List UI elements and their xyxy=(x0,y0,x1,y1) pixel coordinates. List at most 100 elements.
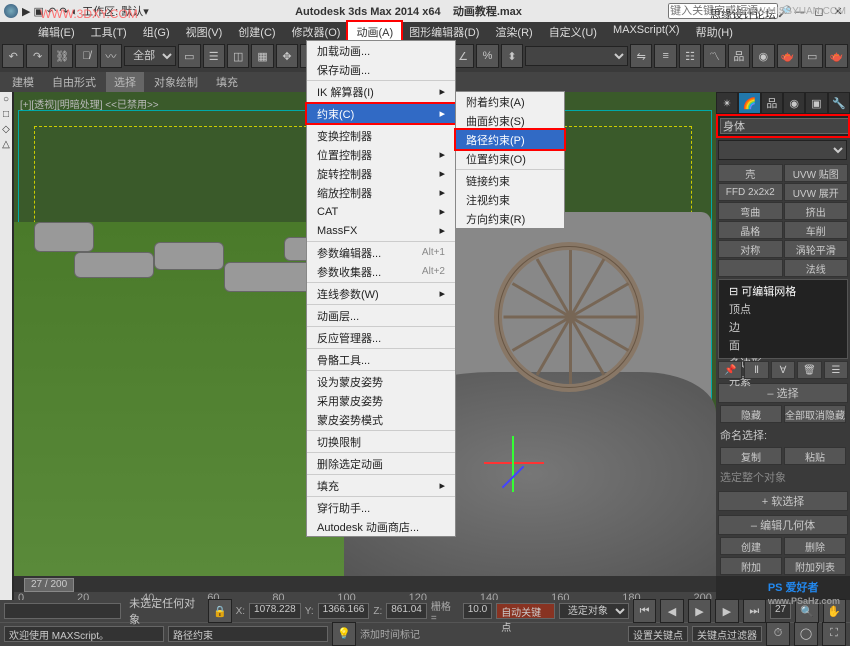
prev-frame-icon[interactable]: ◀ xyxy=(660,599,683,623)
menu-item[interactable]: 位置控制器▸ xyxy=(307,145,455,164)
menu-item[interactable]: 旋转控制器▸ xyxy=(307,164,455,183)
modifier-button[interactable] xyxy=(718,259,783,277)
menu-item[interactable]: 删除选定动画 xyxy=(307,454,455,473)
menu-5[interactable]: 修改器(O) xyxy=(284,22,349,40)
menu-item[interactable]: 变换控制器 xyxy=(307,126,455,145)
spinner-snap-icon[interactable]: ⬍ xyxy=(501,44,523,68)
selection-filter[interactable]: 全部 xyxy=(124,46,176,66)
submenu-item[interactable]: 链接约束 xyxy=(456,171,564,190)
percent-snap-icon[interactable]: % xyxy=(476,44,498,68)
viewport-label[interactable]: [+][透视][明暗处理] <<已禁用>> xyxy=(20,96,159,111)
modifier-button[interactable]: UVW 展开 xyxy=(784,183,849,201)
time-config-icon[interactable]: ⏱ xyxy=(766,622,790,646)
menu-item[interactable]: 反应管理器... xyxy=(307,328,455,347)
coord-z[interactable]: 861.04 xyxy=(386,603,427,619)
auto-key-button[interactable]: 自动关键点 xyxy=(496,603,555,619)
move-icon[interactable]: ✥ xyxy=(276,44,298,68)
menu-item[interactable]: 填充▸ xyxy=(307,476,455,495)
mirror-icon[interactable]: ⇋ xyxy=(630,44,652,68)
modifier-list[interactable]: 修改器列表 xyxy=(718,140,847,160)
select-region-icon[interactable]: ◫ xyxy=(227,44,249,68)
object-name-input[interactable] xyxy=(720,118,850,134)
menu-item[interactable]: CAT▸ xyxy=(307,202,455,221)
play-icon[interactable]: ▶ xyxy=(688,599,711,623)
menu-item[interactable]: MassFX▸ xyxy=(307,221,455,240)
ribbon-0[interactable]: 建模 xyxy=(4,72,42,92)
link-icon[interactable]: ⛓ xyxy=(51,44,73,68)
goto-end-icon[interactable]: ⏭ xyxy=(743,599,766,623)
menu-item[interactable]: 参数收集器...Alt+2 xyxy=(307,262,455,281)
menu-item[interactable]: 约束(C)▸ xyxy=(307,104,455,123)
menu-item[interactable]: 缩放控制器▸ xyxy=(307,183,455,202)
time-slider[interactable]: 27 / 200 xyxy=(24,578,74,592)
modifier-button[interactable]: 挤出 xyxy=(784,202,849,220)
menu-10[interactable]: MAXScript(X) xyxy=(605,22,688,40)
bind-space-warp-icon[interactable]: 〰 xyxy=(100,44,122,68)
menu-6[interactable]: 动画(A) xyxy=(348,22,401,40)
submenu-item[interactable]: 位置约束(O) xyxy=(456,149,564,168)
modifier-button[interactable]: 弯曲 xyxy=(718,202,783,220)
modifier-button[interactable]: 车削 xyxy=(784,221,849,239)
geo-button[interactable]: 附加 xyxy=(720,557,782,575)
paste-button[interactable]: 粘贴 xyxy=(784,447,846,465)
menu-1[interactable]: 工具(T) xyxy=(83,22,135,40)
remove-mod-icon[interactable]: 🗑 xyxy=(797,361,821,379)
ribbon-4[interactable]: 填充 xyxy=(208,72,246,92)
menu-item[interactable]: 参数编辑器...Alt+1 xyxy=(307,243,455,262)
menu-item[interactable]: 蒙皮姿势模式 xyxy=(307,410,455,429)
menu-item[interactable]: 动画层... xyxy=(307,306,455,325)
menu-item[interactable]: 连线参数(W)▸ xyxy=(307,284,455,303)
modifier-button[interactable]: 对称 xyxy=(718,240,783,258)
render-setup-icon[interactable]: 🫖 xyxy=(777,44,799,68)
menu-item[interactable]: 骨骼工具... xyxy=(307,350,455,369)
ribbon-2[interactable]: 选择 xyxy=(106,72,144,92)
render-icon[interactable]: 🫖 xyxy=(825,44,847,68)
named-sel-set[interactable]: 创建选择集 xyxy=(525,46,628,66)
unhide-all-button[interactable]: 全部取消隐藏 xyxy=(784,405,846,423)
menu-0[interactable]: 编辑(E) xyxy=(30,22,83,40)
modifier-button[interactable]: 法线 xyxy=(784,259,849,277)
menu-item[interactable]: 采用蒙皮姿势 xyxy=(307,391,455,410)
geo-button[interactable]: 删除 xyxy=(784,537,846,555)
tab-modify-icon[interactable]: 🌈 xyxy=(738,92,760,114)
max-viewport-icon[interactable]: ⛶ xyxy=(822,622,846,646)
unique-icon[interactable]: ∀ xyxy=(771,361,795,379)
submenu-item[interactable]: 附着约束(A) xyxy=(456,92,564,111)
redo-icon[interactable]: ↷ xyxy=(26,44,48,68)
coord-y[interactable]: 1366.166 xyxy=(318,603,370,619)
render-frame-icon[interactable]: ▭ xyxy=(801,44,823,68)
gizmo-x-axis[interactable] xyxy=(484,462,544,464)
time-ruler[interactable]: 020406080100120140160180200 xyxy=(14,592,716,600)
add-time-tag[interactable]: 添加时间标记 xyxy=(360,626,420,641)
ribbon-1[interactable]: 自由形式 xyxy=(44,72,104,92)
pin-stack-icon[interactable]: 📌 xyxy=(718,361,742,379)
tab-utilities-icon[interactable]: 🔧 xyxy=(828,92,850,114)
layers-icon[interactable]: ☷ xyxy=(679,44,701,68)
menu-9[interactable]: 自定义(U) xyxy=(541,22,605,40)
menu-7[interactable]: 图形编辑器(D) xyxy=(401,22,487,40)
menu-11[interactable]: 帮助(H) xyxy=(688,22,741,40)
set-key-button[interactable]: 设置关键点 xyxy=(628,626,688,642)
modifier-stack[interactable]: ⊟ 可编辑网格 顶点边面 多边形元素 xyxy=(718,279,848,359)
menu-4[interactable]: 创建(C) xyxy=(230,22,283,40)
submenu-item[interactable]: 路径约束(P) xyxy=(456,130,564,149)
lock-icon[interactable]: 🔒 xyxy=(208,599,231,623)
menu-2[interactable]: 组(G) xyxy=(135,22,178,40)
select-name-icon[interactable]: ☰ xyxy=(203,44,225,68)
menu-item[interactable]: Autodesk 动画商店... xyxy=(307,517,455,536)
unlink-icon[interactable]: ⛓̸ xyxy=(75,44,97,68)
geo-button[interactable]: 附加列表 xyxy=(784,557,846,575)
tab-create-icon[interactable]: ✴ xyxy=(716,92,738,114)
ribbon-3[interactable]: 对象绘制 xyxy=(146,72,206,92)
app-logo-icon[interactable] xyxy=(4,4,18,18)
hide-button[interactable]: 隐藏 xyxy=(720,405,782,423)
modifier-button[interactable]: 晶格 xyxy=(718,221,783,239)
modifier-button[interactable]: UVW 贴图 xyxy=(784,164,849,182)
align-icon[interactable]: ≡ xyxy=(654,44,676,68)
menu-item[interactable]: 穿行助手... xyxy=(307,498,455,517)
configure-icon[interactable]: ☰ xyxy=(824,361,848,379)
submenu-item[interactable]: 注视约束 xyxy=(456,190,564,209)
schematic-icon[interactable]: 品 xyxy=(728,44,750,68)
tab-motion-icon[interactable]: ◉ xyxy=(783,92,805,114)
isolate-icon[interactable]: 💡 xyxy=(332,622,356,646)
